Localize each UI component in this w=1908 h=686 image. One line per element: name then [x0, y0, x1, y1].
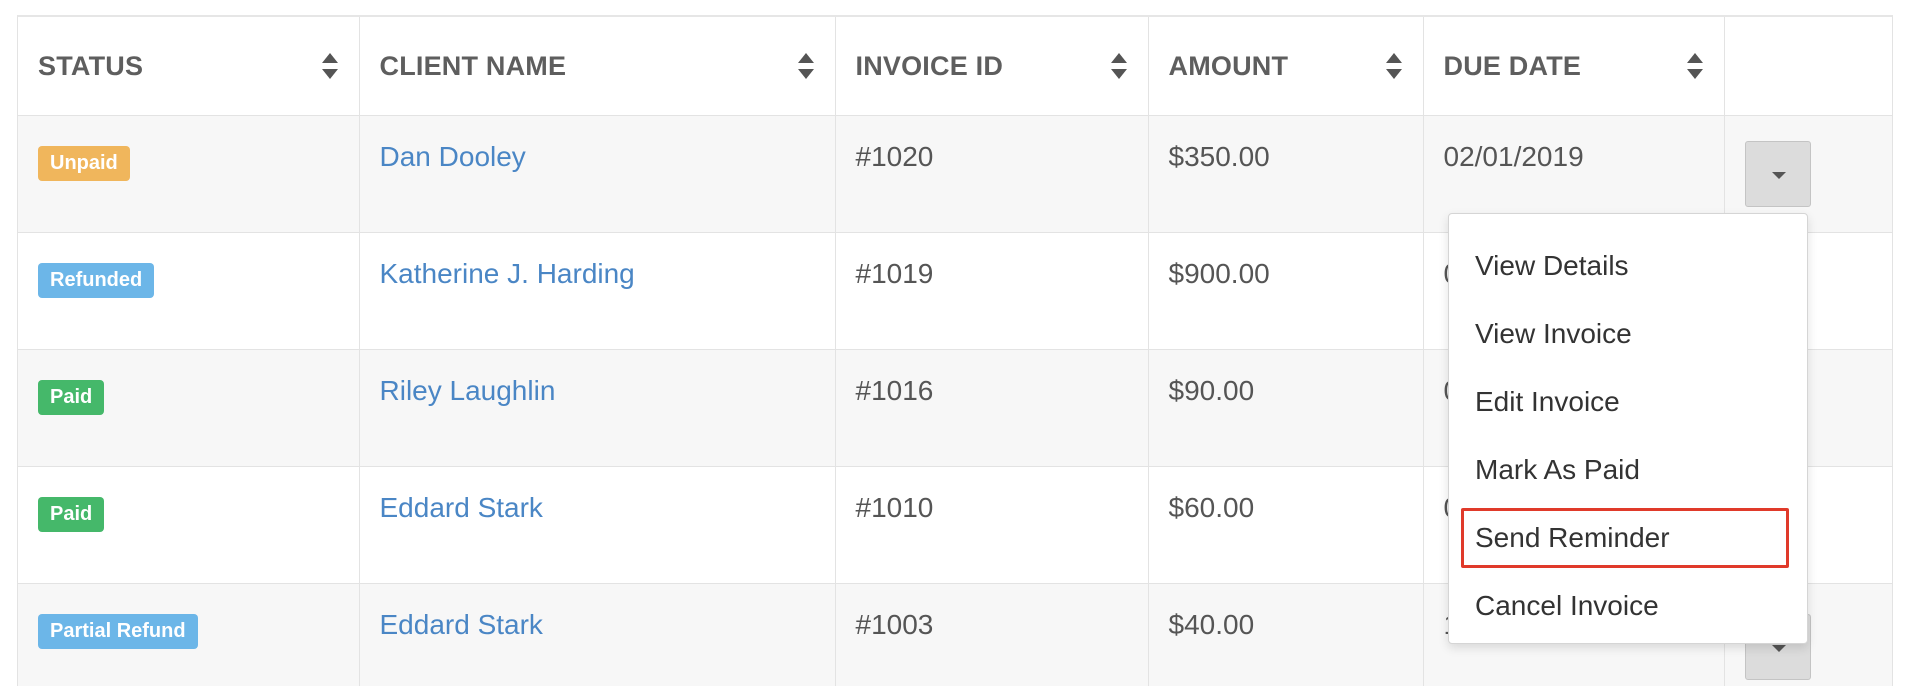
status-badge: Partial Refund	[38, 614, 198, 649]
client-cell: Eddard Stark	[359, 584, 835, 686]
status-badge: Paid	[38, 497, 104, 532]
column-header-amount[interactable]: AMOUNT	[1148, 17, 1423, 116]
column-header-due-date[interactable]: DUE DATE	[1423, 17, 1724, 116]
invoice-id-cell: #1019	[835, 233, 1148, 350]
menu-item-view-details[interactable]: View Details	[1449, 232, 1807, 300]
menu-item-cancel-invoice[interactable]: Cancel Invoice	[1449, 572, 1807, 640]
menu-item-edit-invoice[interactable]: Edit Invoice	[1449, 368, 1807, 436]
status-badge: Refunded	[38, 263, 154, 298]
sort-icon[interactable]	[797, 52, 815, 80]
status-cell: Refunded	[18, 233, 359, 350]
client-cell: Dan Dooley	[359, 116, 835, 233]
menu-item-mark-as-paid[interactable]: Mark As Paid	[1449, 436, 1807, 504]
invoice-id-cell: #1010	[835, 467, 1148, 584]
client-name-link[interactable]: Katherine J. Harding	[380, 258, 635, 289]
status-cell: Partial Refund	[18, 584, 359, 686]
amount-cell: $40.00	[1148, 584, 1423, 686]
column-header-status[interactable]: STATUS	[18, 17, 359, 116]
amount-cell: $900.00	[1148, 233, 1423, 350]
invoice-id-cell: #1020	[835, 116, 1148, 233]
client-name-link[interactable]: Riley Laughlin	[380, 375, 556, 406]
status-cell: Unpaid	[18, 116, 359, 233]
amount-cell: $350.00	[1148, 116, 1423, 233]
client-name-link[interactable]: Dan Dooley	[380, 141, 526, 172]
client-cell: Eddard Stark	[359, 467, 835, 584]
sort-icon[interactable]	[1686, 52, 1704, 80]
column-header-client-name[interactable]: CLIENT NAME	[359, 17, 835, 116]
invoice-id-cell: #1003	[835, 584, 1148, 686]
amount-cell: $90.00	[1148, 350, 1423, 467]
column-header-actions	[1724, 17, 1892, 116]
client-cell: Riley Laughlin	[359, 350, 835, 467]
menu-item-send-reminder[interactable]: Send Reminder	[1449, 504, 1807, 572]
status-badge: Paid	[38, 380, 104, 415]
sort-icon[interactable]	[1385, 52, 1403, 80]
status-badge: Unpaid	[38, 146, 130, 181]
invoice-id-cell: #1016	[835, 350, 1148, 467]
amount-cell: $60.00	[1148, 467, 1423, 584]
column-header-invoice-id[interactable]: INVOICE ID	[835, 17, 1148, 116]
menu-item-view-invoice[interactable]: View Invoice	[1449, 300, 1807, 368]
status-cell: Paid	[18, 467, 359, 584]
sort-icon[interactable]	[1110, 52, 1128, 80]
table-header-row: STATUS CLIENT NAME INVOICE ID AMOUNT DUE…	[18, 17, 1892, 116]
row-actions-dropdown-button[interactable]	[1745, 141, 1811, 207]
client-name-link[interactable]: Eddard Stark	[380, 609, 543, 640]
sort-icon[interactable]	[321, 52, 339, 80]
client-cell: Katherine J. Harding	[359, 233, 835, 350]
status-cell: Paid	[18, 350, 359, 467]
client-name-link[interactable]: Eddard Stark	[380, 492, 543, 523]
row-actions-menu: View Details View Invoice Edit Invoice M…	[1448, 213, 1808, 644]
